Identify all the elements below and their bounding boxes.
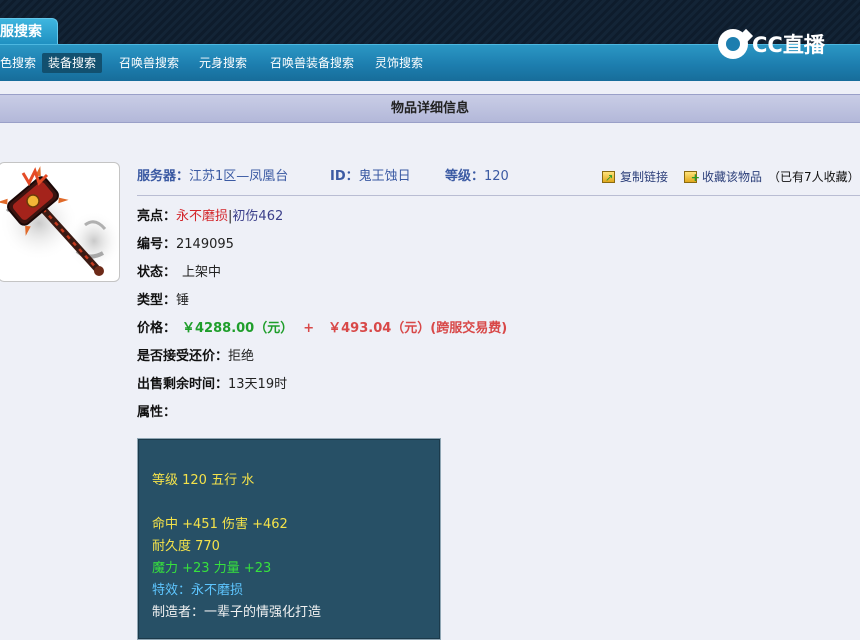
attr-durability: 耐久度 770 [152, 539, 220, 554]
nav-item-ornament-search[interactable]: 灵饰搜索 [369, 53, 429, 73]
cc-live-logo: CC直播 [718, 26, 825, 62]
hammer-weapon-icon [0, 166, 119, 276]
nav-item-avatar-search[interactable]: 元身搜索 [193, 53, 253, 73]
highlight-value: 永不磨损 [176, 209, 229, 224]
highlight-extra: 初伤462 [232, 209, 284, 224]
item-info-header: 服务器：江苏1区—凤凰台 ID：鬼王蚀日 等级：120 复制链接 收藏该物品 （… [137, 166, 860, 190]
price-main: ￥4288.00（元） [182, 321, 294, 336]
header-divider [137, 195, 860, 196]
attr-maker: 制造者：一辈子的情强化打造 [152, 605, 322, 620]
status-row: 状态： 上架中 [137, 262, 221, 284]
id-value: 鬼王蚀日 [358, 169, 411, 184]
collect-count: （已有7人收藏） [768, 170, 860, 184]
item-image [0, 162, 120, 282]
level-label: 等级： [445, 169, 485, 184]
copy-link-icon [602, 168, 615, 190]
attribute-label: 属性： [137, 405, 177, 420]
level-value: 120 [484, 169, 509, 184]
time-left-row: 出售剩余时间：13天19时 [137, 374, 287, 396]
id-info: ID：鬼王蚀日 [330, 166, 411, 188]
highlight-row: 亮点：永不磨损|初伤462 [137, 206, 283, 228]
attribute-box: 等级 120 五行 水 命中 +451 伤害 +462 耐久度 770 魔力 +… [137, 438, 441, 640]
nav-item-pet-search[interactable]: 召唤兽搜索 [113, 53, 185, 73]
collect-item-button[interactable]: 收藏该物品 [684, 166, 763, 189]
collect-add-icon [684, 167, 700, 189]
collect-label: 收藏该物品 [702, 170, 763, 184]
type-value: 锤 [176, 293, 190, 308]
price-plus: + [303, 321, 315, 336]
nav-item-equipment-search[interactable]: 装备搜索 [42, 53, 103, 73]
attr-special-effect: 特效：永不磨损 [152, 583, 244, 598]
price-label: 价格： [137, 321, 177, 336]
copy-link-button[interactable]: 复制链接 [602, 166, 669, 190]
id-label: ID： [330, 169, 359, 184]
code-row: 编号：2149095 [137, 234, 234, 256]
copy-link-label: 复制链接 [620, 170, 669, 184]
status-value: 上架中 [182, 265, 222, 280]
server-info: 服务器：江苏1区—凤凰台 [137, 166, 288, 188]
price-row: 价格： ￥4288.00（元） + ￥493.04（元）(跨服交易费) [137, 318, 507, 340]
server-value: 江苏1区—凤凰台 [189, 169, 289, 184]
bargain-row: 是否接受还价：拒绝 [137, 346, 254, 368]
nav-item-role-search[interactable]: 色搜索 [0, 53, 42, 73]
time-left-label: 出售剩余时间： [137, 377, 229, 392]
price-fee: ￥493.04（元）(跨服交易费) [328, 321, 508, 336]
type-label: 类型： [137, 293, 177, 308]
code-value: 2149095 [176, 237, 234, 252]
time-left-value: 13天19时 [228, 377, 288, 392]
cc-logo-icon [718, 29, 748, 59]
server-label: 服务器： [137, 169, 190, 184]
level-info: 等级：120 [445, 166, 509, 188]
attr-level-element: 等级 120 五行 水 [152, 473, 255, 488]
bargain-value: 拒绝 [228, 349, 255, 364]
nav-item-pet-equipment-search[interactable]: 召唤兽装备搜索 [264, 53, 360, 73]
header-tab-cross-server-search[interactable]: 服搜索 [0, 18, 58, 45]
section-title: 物品详细信息 [0, 94, 860, 123]
highlight-label: 亮点： [137, 209, 177, 224]
logo-text: CC直播 [752, 33, 825, 57]
attr-hit-damage: 命中 +451 伤害 +462 [152, 517, 288, 532]
type-row: 类型：锤 [137, 290, 189, 312]
attr-magic-strength: 魔力 +23 力量 +23 [152, 561, 272, 576]
bargain-label: 是否接受还价： [137, 349, 229, 364]
code-label: 编号： [137, 237, 177, 252]
attribute-row: 属性： [137, 402, 176, 424]
status-label: 状态： [137, 265, 177, 280]
